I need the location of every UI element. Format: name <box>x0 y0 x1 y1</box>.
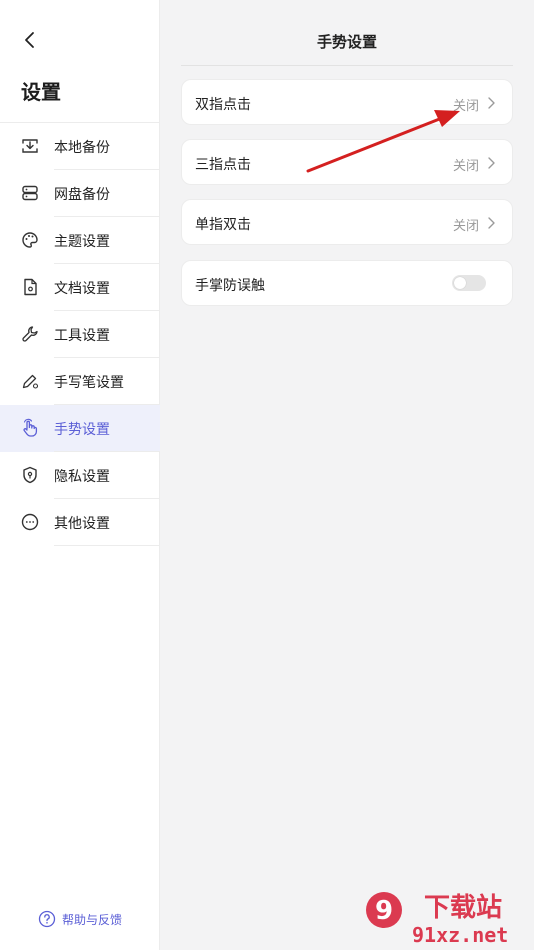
sidebar: 设置 本地备份 网盘备份 主题设置 文档设置 工具设置 手写笔设置 手势设置 隐… <box>0 0 160 950</box>
watermark-logo-text: 9 <box>375 896 393 926</box>
sidebar-item-other[interactable]: 其他设置 <box>0 499 160 546</box>
more-icon <box>21 513 39 531</box>
sidebar-item-label: 主题设置 <box>54 233 110 250</box>
local-backup-icon <box>22 139 38 153</box>
setting-value: 关闭 <box>452 219 479 234</box>
sidebar-item-tools[interactable]: 工具设置 <box>0 311 160 358</box>
sidebar-item-label: 手写笔设置 <box>54 374 124 391</box>
watermark: 9 下载站 91xz.net <box>362 886 530 947</box>
chevron-right-icon <box>488 97 495 109</box>
watermark-logo-icon: 9 下载站 91xz.net <box>366 892 508 947</box>
watermark-title: 下载站 <box>424 893 502 923</box>
sidebar-item-label: 网盘备份 <box>54 186 110 203</box>
chevron-right-icon <box>488 157 495 169</box>
pen-icon <box>22 374 39 389</box>
sidebar-item-gesture[interactable]: 手势设置 <box>0 405 160 452</box>
help-icon <box>38 910 56 928</box>
sidebar-item-label: 手势设置 <box>54 421 110 438</box>
page-title: 手势设置 <box>316 33 377 51</box>
setting-row-one-finger-double-tap[interactable]: 单指双击 关闭 <box>181 199 513 245</box>
setting-label: 单指双击 <box>195 217 251 233</box>
setting-label: 手掌防误触 <box>195 278 265 294</box>
sidebar-item-label: 隐私设置 <box>54 468 110 485</box>
watermark-url: 91xz.net <box>412 923 508 946</box>
sidebar-item-cloud-backup[interactable]: 网盘备份 <box>0 170 160 217</box>
shield-icon <box>23 466 37 484</box>
help-feedback-link[interactable]: 帮助与反馈 <box>38 910 122 928</box>
help-feedback-label: 帮助与反馈 <box>62 912 123 927</box>
document-icon <box>24 278 37 296</box>
sidebar-item-privacy[interactable]: 隐私设置 <box>0 452 160 499</box>
sidebar-item-local-backup[interactable]: 本地备份 <box>0 123 160 170</box>
divider <box>181 65 513 66</box>
sidebar-item-theme[interactable]: 主题设置 <box>0 217 160 264</box>
toggle-knob <box>454 277 466 289</box>
divider <box>54 545 160 546</box>
back-arrow-icon[interactable] <box>18 28 42 52</box>
wrench-icon <box>22 326 38 342</box>
setting-row-palm-rejection: 手掌防误触 <box>181 260 513 306</box>
setting-label: 三指点击 <box>195 157 251 173</box>
sidebar-item-document[interactable]: 文档设置 <box>0 264 160 311</box>
settings-title: 设置 <box>21 80 61 104</box>
sidebar-item-label: 工具设置 <box>54 327 110 344</box>
cloud-backup-icon <box>22 185 38 201</box>
chevron-right-icon <box>488 217 495 229</box>
palette-icon <box>22 232 38 248</box>
settings-menu: 本地备份 网盘备份 主题设置 文档设置 工具设置 手写笔设置 手势设置 隐私设置… <box>0 123 160 546</box>
hand-gesture-icon <box>23 418 38 437</box>
palm-rejection-toggle[interactable] <box>452 275 486 291</box>
setting-label: 双指点击 <box>195 97 251 113</box>
sidebar-item-stylus[interactable]: 手写笔设置 <box>0 358 160 405</box>
annotation-arrow-icon <box>306 110 460 173</box>
sidebar-item-label: 本地备份 <box>54 139 110 156</box>
sidebar-item-label: 文档设置 <box>54 280 110 297</box>
sidebar-item-label: 其他设置 <box>54 515 110 532</box>
